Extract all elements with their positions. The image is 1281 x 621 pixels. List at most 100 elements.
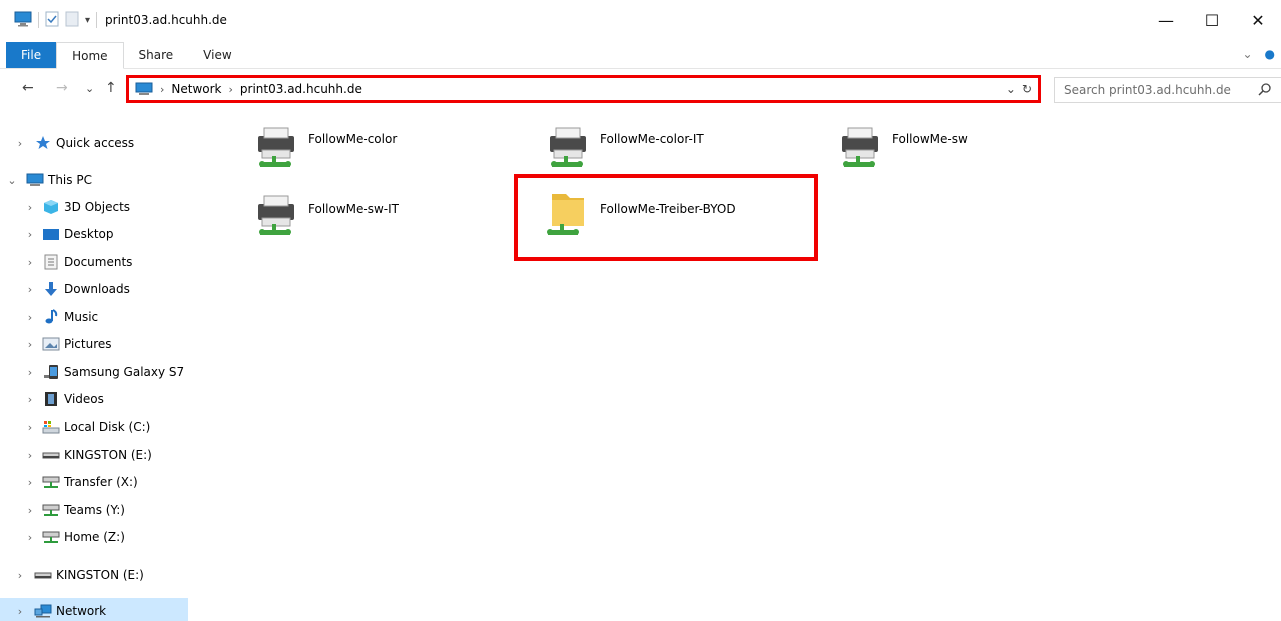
search-input[interactable]: Search print03.ad.hcuhh.de [1064,83,1231,97]
forward-button[interactable]: → [56,80,68,96]
sidebar-item-this-pc[interactable]: ⌄ This PC [2,167,190,193]
expand-chevron-icon[interactable]: › [24,504,36,517]
sidebar-item-label: Music [64,310,99,324]
minimize-button[interactable]: — [1143,0,1189,40]
tab-home[interactable]: Home [56,42,124,69]
printer-item[interactable]: FollowMe-sw [834,120,1124,190]
toolbar-separator [96,12,98,28]
network-drive-icon [42,474,60,490]
up-button[interactable]: ↑ [105,80,117,96]
expand-chevron-icon[interactable]: › [14,605,26,618]
expand-chevron-icon[interactable]: › [24,311,36,324]
sidebar-item-transfer-x[interactable]: › Transfer (X:) [24,469,212,495]
sidebar-item-3d-objects[interactable]: › 3D Objects [24,194,212,220]
usb-drive-icon [34,567,52,583]
toolbar-separator [38,12,39,28]
cube-icon [42,199,60,215]
maximize-button[interactable]: ☐ [1189,0,1235,40]
help-icon[interactable]: ● [1265,47,1275,61]
sidebar-item-kingston-e-root[interactable]: › KINGSTON (E:) [14,562,202,588]
sidebar-item-label: Documents [64,255,133,269]
printer-item[interactable]: FollowMe-sw-IT [250,188,540,258]
sidebar-item-label: Network [56,604,107,618]
ribbon-tabs: File Home Share View ⌄ ● [0,42,1281,69]
quick-access-toolbar: ▾ [14,11,98,30]
window-title: print03.ad.hcuhh.de [105,13,227,27]
file-list: FollowMe-color FollowMe-color-IT FollowM… [200,110,1280,621]
sidebar-item-downloads[interactable]: › Downloads [24,276,212,302]
printer-icon [250,188,306,244]
sidebar-item-label: This PC [48,173,92,187]
expand-chevron-icon[interactable]: › [14,137,26,150]
properties-icon[interactable] [45,11,59,30]
expand-chevron-icon[interactable]: › [24,338,36,351]
navigation-pane: › Quick access ⌄ This PC › 3D Objects › … [0,128,190,621]
usb-drive-icon [42,447,60,463]
pc-icon [26,172,44,188]
address-dropdown-icon[interactable]: ⌄ [1006,82,1016,96]
desktop-icon [42,226,60,242]
expand-chevron-icon[interactable]: › [24,256,36,269]
network-drive-icon [42,502,60,518]
ribbon-right-controls: ⌄ ● [1242,47,1275,61]
sidebar-item-label: Local Disk (C:) [64,420,151,434]
sidebar-item-quick-access[interactable]: › Quick access [14,130,202,156]
search-box[interactable]: Search print03.ad.hcuhh.de [1054,77,1281,103]
expand-chevron-icon[interactable]: › [24,201,36,214]
sidebar-item-label: Home (Z:) [64,530,125,544]
expand-chevron-icon[interactable]: › [24,476,36,489]
address-bar-controls: ⌄ ↻ [1006,82,1032,96]
sidebar-item-teams-y[interactable]: › Teams (Y:) [24,497,212,523]
back-button[interactable]: ← [22,80,34,96]
file-item-label: FollowMe-sw-IT [308,202,399,216]
tab-share[interactable]: Share [124,42,189,68]
sidebar-item-label: Videos [64,392,104,406]
videos-icon [42,391,60,407]
customize-toolbar-icon[interactable]: ▾ [85,15,90,26]
sidebar-item-videos[interactable]: › Videos [24,386,212,412]
search-icon[interactable] [1258,82,1272,99]
breadcrumb-separator: › [228,82,233,96]
address-bar[interactable]: › Network › print03.ad.hcuhh.de ⌄ ↻ [126,75,1041,103]
expand-chevron-icon[interactable]: › [24,421,36,434]
file-item-label: FollowMe-color [308,132,398,146]
printer-icon [250,120,306,176]
sidebar-item-local-disk-c[interactable]: › Local Disk (C:) [24,414,212,440]
expand-chevron-icon[interactable]: › [14,569,26,582]
navigation-bar: ← → ⌄ ↑ › Network › print03.ad.hcuhh.de … [0,72,1281,108]
collapse-chevron-icon[interactable]: ⌄ [6,174,18,187]
sidebar-item-label: KINGSTON (E:) [64,448,152,462]
expand-chevron-icon[interactable]: › [24,531,36,544]
pictures-icon [42,336,60,352]
tab-view[interactable]: View [188,42,246,68]
expand-chevron-icon[interactable]: › [24,283,36,296]
expand-chevron-icon[interactable]: › [24,228,36,241]
network-drive-icon [42,529,60,545]
sidebar-item-home-z[interactable]: › Home (Z:) [24,524,212,550]
sidebar-item-network[interactable]: › Network [0,598,188,621]
breadcrumb-separator: › [160,82,165,96]
sidebar-item-documents[interactable]: › Documents [24,249,212,275]
disk-icon [42,419,60,435]
sidebar-item-pictures[interactable]: › Pictures [24,331,212,357]
tab-file[interactable]: File [6,42,57,68]
sidebar-item-music[interactable]: › Music [24,304,212,330]
expand-ribbon-icon[interactable]: ⌄ [1242,47,1252,61]
printer-item[interactable]: FollowMe-color [250,120,540,190]
sidebar-item-samsung-galaxy-s7[interactable]: › Samsung Galaxy S7 [24,359,212,385]
star-icon [34,135,52,151]
expand-chevron-icon[interactable]: › [24,366,36,379]
breadcrumb-server[interactable]: print03.ad.hcuhh.de [240,82,362,96]
document-icon [42,254,60,270]
music-icon [42,309,60,325]
expand-chevron-icon[interactable]: › [24,449,36,462]
printer-icon [834,120,890,176]
refresh-icon[interactable]: ↻ [1022,82,1032,96]
recent-locations-button[interactable]: ⌄ [85,82,94,95]
new-folder-icon[interactable] [65,11,79,30]
breadcrumb-network[interactable]: Network [171,82,221,96]
expand-chevron-icon[interactable]: › [24,393,36,406]
sidebar-item-kingston-e[interactable]: › KINGSTON (E:) [24,442,212,468]
close-button[interactable]: ✕ [1235,0,1281,40]
sidebar-item-desktop[interactable]: › Desktop [24,221,212,247]
